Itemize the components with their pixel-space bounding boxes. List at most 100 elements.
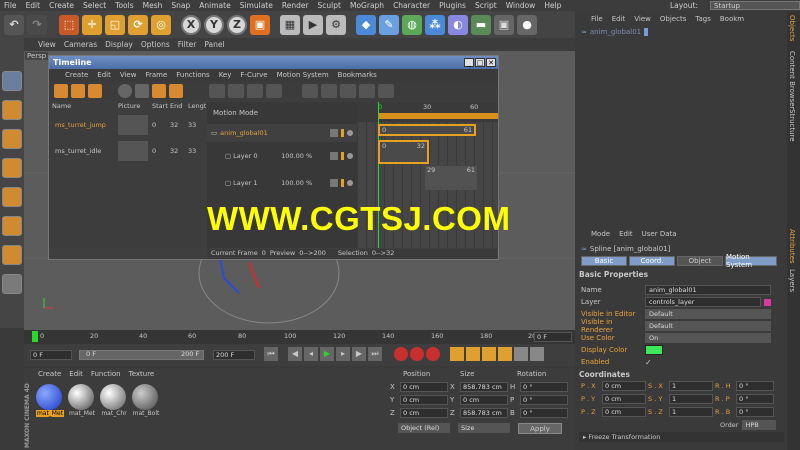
object-row[interactable]: ≈ anim_global01: [575, 25, 787, 36]
x-axis-icon[interactable]: X: [181, 14, 201, 35]
move-icon[interactable]: ✛: [82, 14, 102, 35]
size-z-field[interactable]: 858.783 cm: [460, 407, 508, 418]
menu-select[interactable]: Select: [83, 1, 106, 10]
menu-help[interactable]: Help: [544, 1, 561, 10]
preview-start-field[interactable]: 0 F: [84, 350, 114, 360]
z-axis-icon[interactable]: Z: [227, 14, 247, 35]
menu-mesh[interactable]: Mesh: [143, 1, 163, 10]
curve-2-icon[interactable]: [321, 84, 337, 98]
interp-spline-icon[interactable]: [247, 84, 263, 98]
timeline-menu-key[interactable]: Key: [219, 71, 232, 79]
clip-row[interactable]: ms_turret_idle 0 32 33: [49, 138, 207, 164]
timeline-menu-edit[interactable]: Edit: [97, 71, 111, 79]
attr-menu-userdata[interactable]: User Data: [642, 230, 677, 240]
magnet-icon[interactable]: [2, 245, 22, 265]
viewport-menu-display[interactable]: Display: [105, 40, 133, 49]
frame-ruler[interactable]: 0 20 40 60 80 100 120 140 160 180 200 0 …: [24, 330, 575, 344]
attr-menu-edit[interactable]: Edit: [619, 230, 633, 240]
order-dropdown[interactable]: HPB: [742, 420, 777, 430]
keyframe-icon[interactable]: [135, 84, 149, 98]
track-dot-icon[interactable]: [347, 152, 353, 159]
track-weight[interactable]: 100.00 %: [281, 152, 330, 160]
material-menu-edit[interactable]: Edit: [69, 370, 83, 380]
material-item[interactable]: mat_Bolt: [132, 384, 160, 417]
coord-system-icon[interactable]: ▣: [250, 14, 270, 35]
interp-step-icon[interactable]: [228, 84, 244, 98]
current-frame-marker[interactable]: [32, 331, 38, 342]
objects-menu-edit[interactable]: Edit: [612, 15, 626, 25]
menu-simulate[interactable]: Simulate: [240, 1, 273, 10]
menu-mograph[interactable]: MoGraph: [350, 1, 384, 10]
pen-icon[interactable]: ✎: [379, 14, 399, 35]
scale-icon[interactable]: ◱: [105, 14, 125, 35]
timeline-menu-fcurve[interactable]: F-Curve: [240, 71, 267, 79]
lock-icon[interactable]: [330, 178, 338, 187]
prev-key-icon[interactable]: ◀: [288, 347, 302, 361]
recent-icon[interactable]: ◎: [151, 14, 171, 35]
display-color-swatch[interactable]: [645, 345, 663, 355]
material-item[interactable]: mat_Chr: [100, 384, 128, 417]
record-rotation-icon[interactable]: [410, 347, 424, 361]
render-settings-icon[interactable]: ⚙: [326, 14, 346, 35]
preview-range-bar[interactable]: [378, 113, 498, 119]
rb-field[interactable]: 0 °: [736, 407, 774, 417]
py-field[interactable]: 0 cm: [602, 394, 646, 404]
interp-ease-icon[interactable]: [266, 84, 282, 98]
key-position-icon[interactable]: [450, 347, 464, 361]
render-icon[interactable]: ▶: [303, 14, 323, 35]
tab-coord[interactable]: Coord.: [629, 256, 675, 266]
timeline-menu-view[interactable]: View: [120, 71, 137, 79]
tab-motion-system[interactable]: Motion System: [725, 253, 777, 269]
deformer-icon[interactable]: ◐: [448, 14, 468, 35]
viewport-menu-filter[interactable]: Filter: [178, 40, 197, 49]
name-field[interactable]: anim_global01: [645, 285, 771, 295]
menu-sculpt[interactable]: Sculpt: [318, 1, 341, 10]
rot-b-field[interactable]: 0 °: [520, 407, 568, 418]
clip-block[interactable]: 29 61: [425, 166, 477, 190]
redo-icon[interactable]: ↷: [27, 14, 47, 35]
track-row[interactable]: ▭ anim_global01: [207, 124, 357, 142]
axis-mode-icon[interactable]: [2, 216, 22, 236]
go-start-icon[interactable]: ⏮: [264, 347, 278, 361]
menu-snap[interactable]: Snap: [171, 1, 190, 10]
menu-animate[interactable]: Animate: [199, 1, 230, 10]
lock-icon[interactable]: [330, 151, 338, 160]
objects-menu-bookmarks[interactable]: Bookm: [720, 15, 744, 25]
viewport-menu-panel[interactable]: Panel: [204, 40, 224, 49]
texture-mode-icon[interactable]: [2, 100, 22, 120]
objects-menu-objects[interactable]: Objects: [660, 15, 686, 25]
key-param-icon[interactable]: [498, 347, 512, 361]
material-item[interactable]: mat_Met: [68, 384, 96, 417]
apply-button[interactable]: Apply: [518, 423, 562, 434]
menu-character[interactable]: Character: [393, 1, 430, 10]
lock-icon[interactable]: [330, 129, 338, 137]
side-tab-structure[interactable]: Structure: [788, 109, 796, 142]
track-weight[interactable]: 100.00 %: [281, 179, 330, 187]
minimize-button[interactable]: _: [464, 58, 474, 67]
polygons-mode-icon[interactable]: [2, 187, 22, 207]
close-button[interactable]: ✕: [486, 58, 496, 67]
track-row[interactable]: ▢ Layer 0 100.00 %: [207, 142, 357, 169]
points-mode-icon[interactable]: [2, 129, 22, 149]
rot-p-field[interactable]: 0 °: [520, 394, 568, 405]
size-x-field[interactable]: 858.783 cm: [460, 381, 508, 392]
curve-4-icon[interactable]: [359, 84, 375, 98]
select-icon[interactable]: ⬚: [59, 14, 79, 35]
pos-z-field[interactable]: 0 cm: [400, 407, 448, 418]
prev-frame-icon[interactable]: ◂: [304, 347, 318, 361]
material-menu-create[interactable]: Create: [38, 370, 61, 380]
render-view-icon[interactable]: ▦: [280, 14, 300, 35]
viewport-menu-cameras[interactable]: Cameras: [64, 40, 97, 49]
curve-5-icon[interactable]: [378, 84, 394, 98]
timeline-titlebar[interactable]: Timeline _ □ ✕: [49, 56, 498, 69]
timeline-menu-functions[interactable]: Functions: [176, 71, 209, 79]
curve-3-icon[interactable]: [340, 84, 356, 98]
curve-1-icon[interactable]: [302, 84, 318, 98]
material-menu-function[interactable]: Function: [91, 370, 121, 380]
visible-editor-dropdown[interactable]: Default: [645, 309, 771, 319]
menu-tools[interactable]: Tools: [115, 1, 133, 10]
clip-row[interactable]: ms_turret_jump 0 32 33: [49, 112, 207, 138]
undo-icon[interactable]: ↶: [4, 14, 24, 35]
rh-field[interactable]: 0 °: [736, 381, 774, 391]
menu-script[interactable]: Script: [475, 1, 497, 10]
